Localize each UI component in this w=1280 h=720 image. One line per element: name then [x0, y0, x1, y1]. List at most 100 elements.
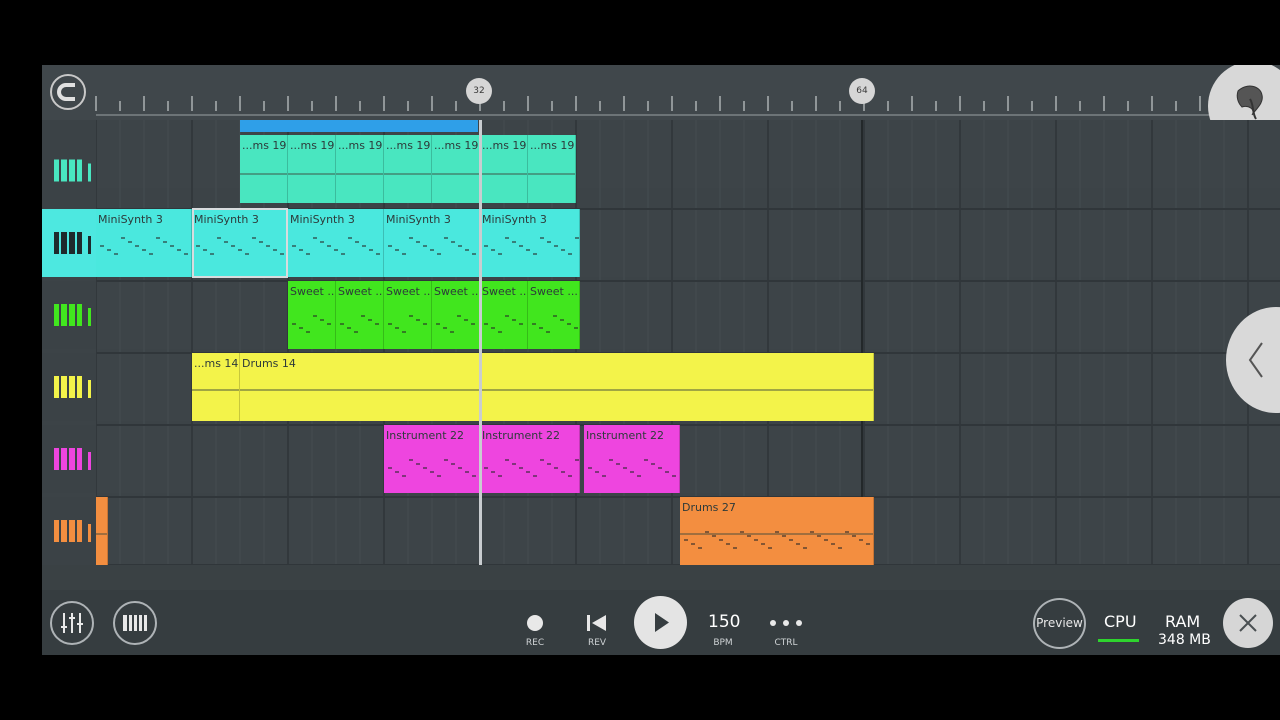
- fl-studio-mobile-playlist: 32 64 ...ms 19 ...ms 19 ...ms 19 ...ms 19..…: [42, 65, 1280, 655]
- clip[interactable]: ...ms 19: [336, 135, 384, 203]
- selected-clip-outline: [192, 208, 288, 278]
- clip[interactable]: Drums 27: [680, 497, 874, 565]
- clip[interactable]: Sweet ...: [528, 281, 580, 349]
- clip-notes: [388, 315, 427, 333]
- close-button[interactable]: [1223, 598, 1273, 648]
- clip-waveform: [336, 173, 383, 175]
- preview-button[interactable]: Preview: [1033, 598, 1086, 649]
- clip-notes: [484, 315, 523, 333]
- clip[interactable]: Sweet ...: [288, 281, 336, 349]
- clip-label: ...ms 19: [482, 139, 527, 152]
- ruler-marker-64[interactable]: 64: [849, 78, 875, 104]
- cpu-label: CPU: [1104, 612, 1137, 631]
- clip[interactable]: ...ms 14: [192, 353, 240, 421]
- magnet-snap-button[interactable]: [50, 74, 86, 110]
- clip-label: ...ms 19: [290, 139, 335, 152]
- mixer-icon: [61, 613, 83, 633]
- loop-region[interactable]: [240, 120, 478, 132]
- clip-waveform: [480, 173, 527, 175]
- piano-icon: [123, 615, 147, 631]
- ram-value: 348 MB: [1158, 632, 1211, 648]
- clip-label: Drums 14: [242, 357, 296, 370]
- clip-waveform: [528, 173, 575, 175]
- clip-notes: [340, 315, 379, 333]
- clip[interactable]: ...ms 19: [480, 135, 528, 203]
- instrument-icon: [54, 376, 91, 398]
- clip[interactable]: Sweet ...: [480, 281, 528, 349]
- timeline-ruler[interactable]: 32 64: [42, 65, 1280, 120]
- clip-waveform: [240, 173, 287, 175]
- clip[interactable]: ...ms 19: [432, 135, 480, 203]
- playlist-scrollbar[interactable]: [42, 565, 1280, 590]
- clip[interactable]: ...ms 19: [288, 135, 336, 203]
- clip[interactable]: Sweet ...: [336, 281, 384, 349]
- instrument-icon: [54, 232, 91, 254]
- track-header-4[interactable]: [42, 353, 96, 421]
- clip[interactable]: MiniSynth 3: [480, 209, 580, 277]
- instrument-icon: [54, 448, 91, 470]
- bpm-value[interactable]: 150: [708, 612, 740, 632]
- ruler-ticks: [95, 96, 1280, 116]
- clip-label: ...ms 14: [194, 357, 239, 370]
- clip[interactable]: MiniSynth 3: [288, 209, 384, 277]
- clip-waveform: [288, 173, 335, 175]
- close-icon: [1239, 614, 1257, 632]
- piano-roll-button[interactable]: [113, 601, 157, 645]
- mixer-button[interactable]: [50, 601, 94, 645]
- clip-notes: [388, 237, 476, 255]
- playhead[interactable]: [479, 120, 482, 565]
- clip[interactable]: Instrument 22: [480, 425, 580, 493]
- clip-notes: [484, 237, 579, 255]
- clip[interactable]: Instrument 22: [584, 425, 680, 493]
- clip[interactable]: [96, 497, 108, 565]
- clip[interactable]: Sweet ...: [384, 281, 432, 349]
- clip-notes: [532, 315, 578, 333]
- clip-waveform: [240, 389, 873, 391]
- instrument-icon: [54, 304, 91, 326]
- clip[interactable]: MiniSynth 3: [384, 209, 480, 277]
- clip-waveform: [96, 533, 107, 535]
- rev-label: REV: [587, 638, 607, 648]
- dots-icon[interactable]: [768, 617, 804, 629]
- rewind-icon[interactable]: [585, 613, 609, 633]
- clip-label: ...ms 19: [386, 139, 431, 152]
- record-icon[interactable]: [525, 613, 545, 633]
- clip-notes: [588, 459, 676, 477]
- clip-waveform: [384, 173, 431, 175]
- play-button[interactable]: [634, 596, 687, 649]
- play-icon: [655, 613, 669, 632]
- clip-notes: [484, 459, 579, 477]
- clip-waveform: [192, 389, 239, 391]
- track-header-6[interactable]: [42, 497, 96, 565]
- track-header-2[interactable]: [42, 209, 96, 277]
- clip-label: ...ms 19: [242, 139, 287, 152]
- ruler-marker-32[interactable]: 32: [466, 78, 492, 104]
- clip-waveform: [432, 173, 479, 175]
- rec-label: REC: [525, 638, 545, 648]
- clip-notes: [684, 531, 870, 549]
- instrument-icon: [54, 159, 91, 182]
- clip-notes: [100, 237, 188, 255]
- track-header-1[interactable]: [42, 120, 96, 209]
- clip-label: ...ms 19: [338, 139, 383, 152]
- instrument-icon: [54, 520, 91, 542]
- clip[interactable]: MiniSynth 3: [96, 209, 192, 277]
- chevron-left-icon: [1248, 342, 1263, 378]
- clip-notes: [388, 459, 476, 477]
- bpm-label: BPM: [713, 638, 733, 648]
- clip-notes: [292, 237, 380, 255]
- track-header-3[interactable]: [42, 281, 96, 349]
- clip[interactable]: Sweet ...: [432, 281, 480, 349]
- track-header-5[interactable]: [42, 425, 96, 493]
- ram-label: RAM: [1165, 612, 1201, 631]
- clip[interactable]: ...ms 19: [240, 135, 288, 203]
- clip-label: ...ms 19: [434, 139, 479, 152]
- clip[interactable]: ...ms 19: [528, 135, 576, 203]
- magnet-icon: [57, 83, 75, 101]
- clip-notes: [292, 315, 331, 333]
- ctrl-label: CTRL: [774, 638, 798, 648]
- cpu-meter: [1098, 639, 1139, 642]
- clip[interactable]: Instrument 22: [384, 425, 480, 493]
- clip[interactable]: ...ms 19: [384, 135, 432, 203]
- clip[interactable]: Drums 14: [240, 353, 874, 421]
